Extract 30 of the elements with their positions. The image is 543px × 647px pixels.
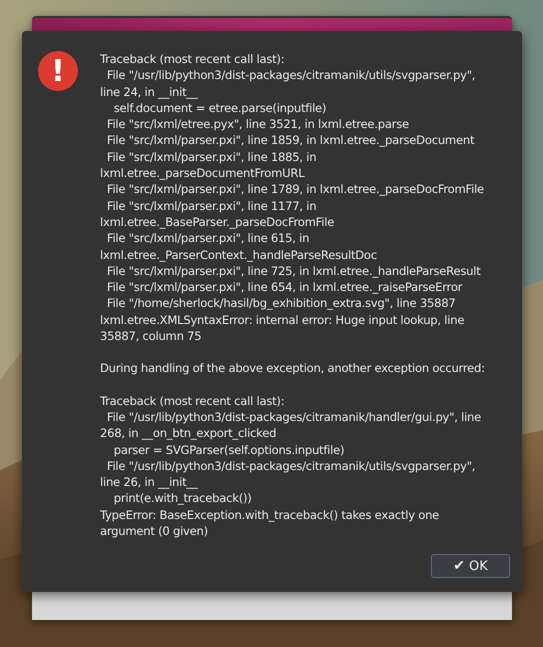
traceback-line: File "/usr/lib/python3/dist-packages/citramanik/utils/svgparser.py", <box>106 458 476 474</box>
traceback-line: lxml.etree._parseDocumentFromURL <box>100 165 306 182</box>
traceback-line: File "src/lxml/parser.pxi", line 1789, in lxml.etree._parseDocFromFile <box>106 181 485 198</box>
traceback-line: TypeError: BaseException.with_traceback() takes exactly one <box>100 506 440 524</box>
traceback-line: File "src/lxml/parser.pxi", line 1885, in <box>106 148 318 166</box>
traceback-line: lxml.etree.XMLSyntaxError: internal error: Huge input lookup, line <box>100 312 466 328</box>
traceback-line: File "src/lxml/etree.pyx", line 3521, in lxml.etree.parse <box>106 116 410 132</box>
traceback-line: argument (0 given) <box>100 523 209 540</box>
traceback-line: File "/home/sherlock/hasil/bg_exhibition_extra.svg", line 35887 <box>106 295 456 312</box>
error-icon: ! <box>38 51 78 91</box>
traceback-line: lxml.etree._BaseParser._parseDocFromFile <box>100 214 336 230</box>
traceback-line: File "/usr/lib/python3/dist-packages/citramanik/handler/gui.py", line <box>106 408 482 426</box>
traceback-line: line 24, in __init__ <box>100 84 199 100</box>
traceback-line: File "src/lxml/parser.pxi", line 1177, in <box>106 198 318 214</box>
traceback-line: parser = SVGParser(self.options.inputfile) <box>112 442 346 458</box>
traceback-line: File "src/lxml/parser.pxi", line 1859, in lxml.etree._parseDocument <box>106 132 476 149</box>
traceback-line: self.document = etree.parse(inputfile) <box>112 100 328 116</box>
traceback-line: File "src/lxml/parser.pxi", line 615, in <box>106 230 310 247</box>
traceback-line: lxml.etree._ParserContext._handleParseResultDoc <box>100 246 378 263</box>
traceback-line: 268, in __on_btn_export_clicked <box>100 425 278 442</box>
traceback-line: During handling of the above exception, another exception occurred: <box>100 360 485 377</box>
traceback-line: File "/usr/lib/python3/dist-packages/citramanik/utils/svgparser.py", <box>106 67 476 84</box>
traceback-line: File "src/lxml/parser.pxi", line 654, in lxml.etree._raiseParseError <box>106 279 464 296</box>
traceback-line: 35887, column 75 <box>100 328 202 344</box>
traceback-line: File "src/lxml/parser.pxi", line 725, in lxml.etree._handleParseResult <box>106 262 482 280</box>
traceback-line: line 26, in __init__ <box>100 474 199 490</box>
ok-button[interactable]: ✔ OK <box>431 554 510 578</box>
traceback-line: Traceback (most recent call last): <box>100 392 286 409</box>
traceback-line: print(e.with_traceback()) <box>112 490 253 507</box>
traceback-line: Traceback (most recent call last): <box>100 51 286 68</box>
